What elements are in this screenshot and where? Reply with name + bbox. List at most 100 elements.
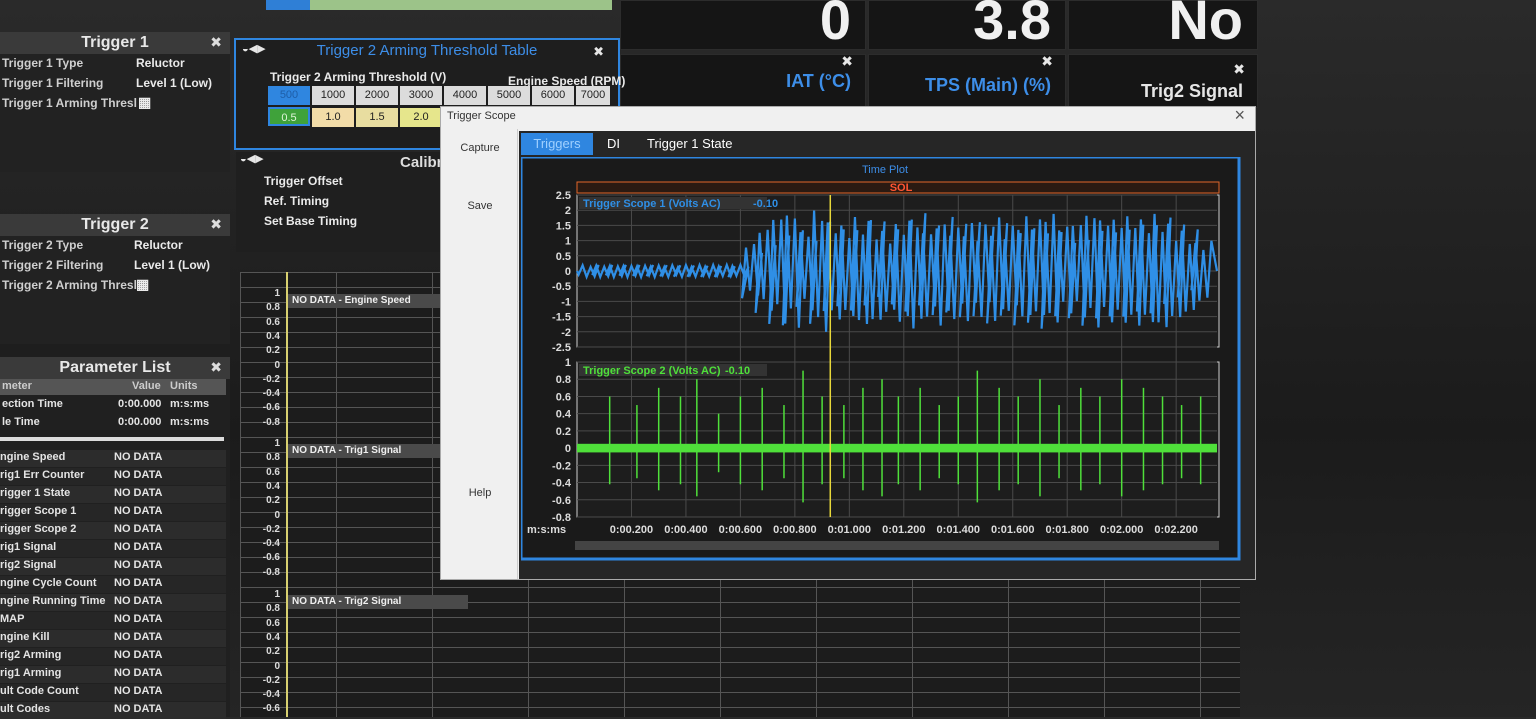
list-item-value: 0:00.000 xyxy=(118,398,162,410)
rpm-cell[interactable]: 2000 xyxy=(356,86,398,105)
y-tick-label: -0.6 xyxy=(262,552,280,564)
close-icon[interactable]: ✖ xyxy=(1233,61,1245,78)
y-tick-label: -0.4 xyxy=(552,478,572,490)
list-item-value: NO DATA xyxy=(114,523,163,535)
tab-trigger1-state[interactable]: Trigger 1 State xyxy=(647,133,733,155)
value-cell[interactable]: 1.0 xyxy=(312,108,354,127)
plot-label: NO DATA - Engine Speed xyxy=(288,294,442,308)
list-item-value: NO DATA xyxy=(114,649,163,661)
y-tick-label: -0.8 xyxy=(262,416,280,428)
column-header[interactable]: Units xyxy=(170,380,198,392)
list-item-name: rig2 Signal xyxy=(0,559,57,571)
list-item-name: rigger Scope 2 xyxy=(0,523,77,535)
y-tick-label: -2 xyxy=(561,327,571,339)
tab-di[interactable]: DI xyxy=(607,133,620,155)
close-icon[interactable]: ✖ xyxy=(1041,53,1053,70)
x-tick-label: 0:00.600 xyxy=(719,524,762,536)
y-tick-label: 2 xyxy=(565,205,571,217)
y-tick-label: 0.5 xyxy=(556,251,571,263)
value-cell[interactable]: 2.0 xyxy=(400,108,442,127)
panel-title: Parameter List xyxy=(0,357,230,379)
list-item-value: NO DATA xyxy=(114,487,163,499)
save-button[interactable]: Save xyxy=(453,195,507,217)
list-item-value: NO DATA xyxy=(114,577,163,589)
y-tick-label: 2.5 xyxy=(556,190,571,202)
y-tick-label: 1 xyxy=(274,438,280,449)
rpm-cell[interactable]: 1000 xyxy=(312,86,354,105)
capture-button[interactable]: Capture xyxy=(453,137,507,159)
horizontal-scrollbar[interactable] xyxy=(575,541,1219,550)
list-item-name: rigger Scope 1 xyxy=(0,505,77,517)
y-tick-label: 0.4 xyxy=(266,330,280,342)
gauge-iat: ✖ IAT (°C) xyxy=(620,53,866,108)
list-item-value: NO DATA xyxy=(114,505,163,517)
rpm-cell-first[interactable]: 500 xyxy=(268,86,310,105)
y-tick-label: 0 xyxy=(274,660,280,672)
trigger2-arming-label: Trigger 2 Arming Thresl xyxy=(2,278,137,292)
cursor-value-scope1: -0.10 xyxy=(753,198,778,210)
window-controls-icon[interactable]: ◒◀▶ xyxy=(240,152,264,165)
y-tick-label: -1.5 xyxy=(552,312,571,324)
dialog-title: Trigger Scope xyxy=(447,110,516,122)
table-icon[interactable]: ▦ xyxy=(138,94,151,111)
list-item-name: le Time xyxy=(2,416,40,428)
x-tick-label: 0:00.800 xyxy=(773,524,816,536)
close-icon[interactable]: ✖ xyxy=(210,34,222,51)
close-button[interactable]: × xyxy=(1234,105,1245,126)
list-item-name: ngine Kill xyxy=(0,631,50,643)
table-icon[interactable]: ▦ xyxy=(136,276,149,293)
trigger1-type-value[interactable]: Reluctor xyxy=(136,56,185,70)
series-label-scope2: Trigger Scope 2 (Volts AC) xyxy=(583,365,721,377)
help-button[interactable]: Help xyxy=(453,482,507,504)
gauge-top-1: 0 xyxy=(620,0,866,51)
scope-chart: Time Plot SOL 2.5 2 1.5 1 0.5 0 -0.5 -1 -1.5 -2 -2… xyxy=(521,157,1241,561)
y-tick-label: 0.8 xyxy=(266,302,280,314)
list-item-name: ult Code Count xyxy=(0,685,79,697)
calibration-item[interactable]: Set Base Timing xyxy=(264,214,357,228)
y-tick-label: 0 xyxy=(565,443,571,455)
y-tick-label: 0.4 xyxy=(266,631,280,643)
y-tick-label: -0.6 xyxy=(262,703,280,715)
rpm-cell[interactable]: 6000 xyxy=(532,86,574,105)
rpm-cell[interactable]: 7000 xyxy=(576,86,610,105)
rpm-cell[interactable]: 5000 xyxy=(488,86,530,105)
gauge-value: 0 xyxy=(819,0,851,51)
trigger1-filter-value[interactable]: Level 1 (Low) xyxy=(136,76,212,90)
calibration-item[interactable]: Trigger Offset xyxy=(264,174,343,188)
y-tick-label: -0.5 xyxy=(552,281,571,293)
close-icon[interactable]: ✖ xyxy=(210,216,222,233)
close-icon[interactable]: ✖ xyxy=(841,53,853,70)
x-tick-label: 0:02.000 xyxy=(1100,524,1143,536)
calibration-item[interactable]: Ref. Timing xyxy=(264,194,329,208)
rpm-cell[interactable]: 4000 xyxy=(444,86,486,105)
list-item-value: 0:00.000 xyxy=(118,416,162,428)
tab-triggers[interactable]: Triggers xyxy=(521,133,593,155)
close-icon[interactable]: ✖ xyxy=(210,359,222,376)
row-header: Trigger 2 Arming Threshold (V) xyxy=(270,70,447,84)
close-icon[interactable]: ✖ xyxy=(593,44,604,60)
value-cell-first[interactable]: 0.5 xyxy=(268,107,310,126)
rpm-cell[interactable]: 3000 xyxy=(400,86,442,105)
y-tick-label: 1 xyxy=(565,236,571,248)
column-header[interactable]: meter xyxy=(2,380,32,392)
list-item-name: rig2 Arming xyxy=(0,649,62,661)
gauge-label: IAT (°C) xyxy=(786,71,851,91)
x-tick-label: 0:01.000 xyxy=(828,524,871,536)
column-header[interactable]: Value xyxy=(132,380,161,392)
trigger2-filter-value[interactable]: Level 1 (Low) xyxy=(134,258,210,272)
y-tick-label: 0.4 xyxy=(556,409,572,421)
trigger2-type-value[interactable]: Reluctor xyxy=(134,238,183,252)
gauge-value: No xyxy=(1168,0,1243,51)
y-tick-label: 0.8 xyxy=(266,452,280,464)
trigger1-panel: Trigger 1 ✖ Trigger 1 Type Reluctor Trig… xyxy=(0,32,230,172)
list-item[interactable] xyxy=(0,612,226,629)
panel-title: Trigger 2 xyxy=(0,214,230,236)
x-tick-label: 0:02.200 xyxy=(1154,524,1197,536)
list-item-value: NO DATA xyxy=(114,703,163,715)
y-tick-label: -0.4 xyxy=(262,689,280,701)
trigger1-type-label: Trigger 1 Type xyxy=(2,56,84,70)
value-cell[interactable]: 1.5 xyxy=(356,108,398,127)
y-tick-label: 0.2 xyxy=(556,426,571,438)
y-tick-label: 1 xyxy=(565,357,571,369)
list-item-name: ngine Speed xyxy=(0,451,66,463)
